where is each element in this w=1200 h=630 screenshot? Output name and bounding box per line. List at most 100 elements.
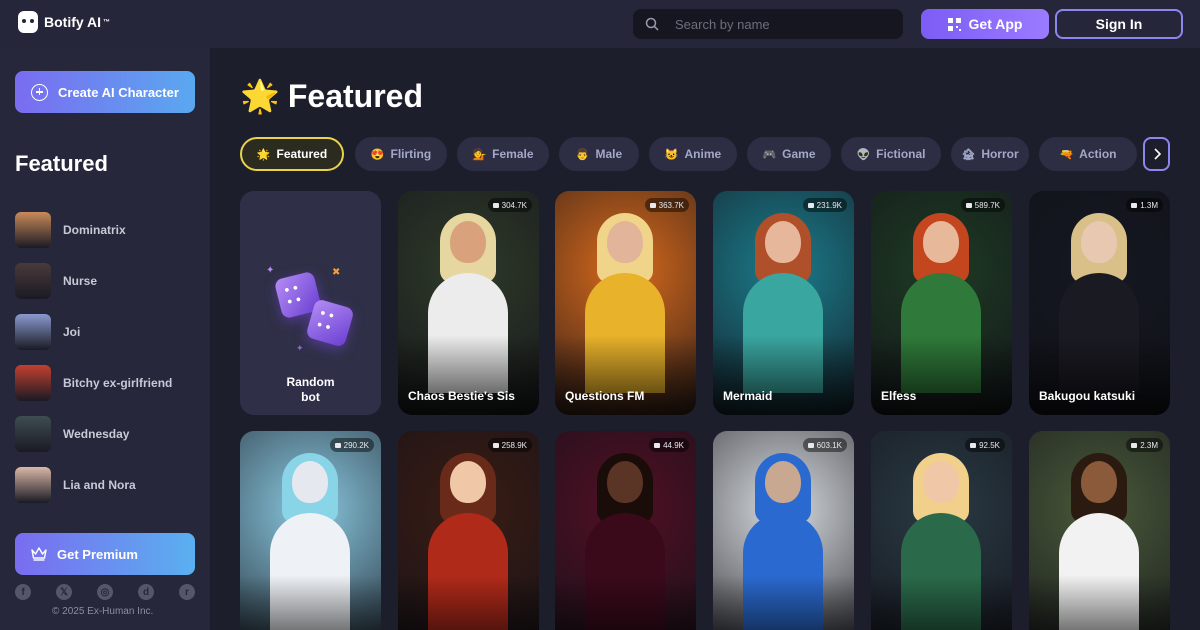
character-face xyxy=(1081,221,1117,263)
message-count-badge: 2.3M xyxy=(1126,438,1163,452)
character-card[interactable]: 290.2K xyxy=(240,431,381,630)
character-card[interactable]: 603.1K xyxy=(713,431,854,630)
random-bot-label: Random bot xyxy=(240,375,381,405)
character-card[interactable]: 231.9K Mermaid xyxy=(713,191,854,415)
tab-game[interactable]: 🎮 Game xyxy=(747,137,831,171)
character-name: Chaos Bestie's Sis xyxy=(408,389,515,403)
character-card[interactable]: 2.3M xyxy=(1029,431,1170,630)
character-card[interactable]: 589.7K Elfess xyxy=(871,191,1012,415)
sidebar-item-label: Lia and Nora xyxy=(63,477,136,492)
tab-label: Female xyxy=(492,147,534,161)
tab-action[interactable]: 🔫 Action xyxy=(1039,137,1137,171)
facebook-icon[interactable]: f xyxy=(15,584,31,600)
tab-emoji-icon: 🏚 xyxy=(961,148,976,161)
message-count: 258.9K xyxy=(501,440,527,450)
sign-in-label: Sign In xyxy=(1095,16,1143,32)
sidebar-character-list: Dominatrix Nurse Joi Bitchy ex-girlfriend We… xyxy=(15,204,205,516)
tab-label: Featured xyxy=(276,147,328,161)
message-count-badge: 231.9K xyxy=(802,198,847,212)
reddit-icon[interactable]: r xyxy=(179,584,195,600)
avatar xyxy=(15,313,51,350)
character-face xyxy=(1081,461,1117,503)
tab-male[interactable]: 👨 Male xyxy=(559,137,639,171)
message-count: 589.7K xyxy=(974,200,1000,210)
tab-label: Anime xyxy=(684,147,722,161)
character-card[interactable]: 92.5K xyxy=(871,431,1012,630)
card-shade xyxy=(1029,575,1170,630)
tab-fictional[interactable]: 👽 Fictional xyxy=(841,137,941,171)
sidebar-character-item[interactable]: Nurse xyxy=(15,255,205,306)
crown-icon xyxy=(31,547,47,561)
message-count: 1.3M xyxy=(1140,200,1158,210)
message-count-badge: 1.3M xyxy=(1126,198,1163,212)
character-face xyxy=(292,461,328,503)
search-input[interactable] xyxy=(675,16,875,32)
character-name: Elfess xyxy=(881,389,917,403)
sidebar: Create AI Character Featured Dominatrix N… xyxy=(0,48,210,630)
search-icon xyxy=(645,17,659,31)
random-bot-line2: bot xyxy=(301,390,320,404)
character-card[interactable]: 44.9K xyxy=(555,431,696,630)
message-count-badge: 92.5K xyxy=(965,438,1005,452)
sidebar-item-label: Bitchy ex-girlfriend xyxy=(63,375,173,390)
tabs-next-button[interactable] xyxy=(1143,137,1170,171)
tab-featured[interactable]: 🌟 Featured xyxy=(240,137,344,171)
character-grid: ✦ ✖ ✦ Random bot 304.7K Chaos Bestie's Si… xyxy=(240,191,1170,630)
avatar xyxy=(15,262,51,299)
card-shade xyxy=(555,575,696,630)
tab-label: Game xyxy=(782,147,816,161)
character-card[interactable]: 304.7K Chaos Bestie's Sis xyxy=(398,191,539,415)
tab-female[interactable]: 💁 Female xyxy=(457,137,549,171)
sidebar-character-item[interactable]: Wednesday xyxy=(15,408,205,459)
sidebar-character-item[interactable]: Joi xyxy=(15,306,205,357)
message-count-badge: 304.7K xyxy=(487,198,532,212)
avatar xyxy=(15,364,51,401)
get-app-button[interactable]: Get App xyxy=(921,9,1049,39)
search-box[interactable] xyxy=(633,9,903,39)
get-premium-button[interactable]: Get Premium xyxy=(15,533,195,575)
create-label: Create AI Character xyxy=(58,84,179,100)
x-icon[interactable]: 𝕏 xyxy=(56,584,72,600)
character-face xyxy=(450,461,486,503)
character-name: Bakugou katsuki xyxy=(1039,389,1136,403)
tab-anime[interactable]: 😺 Anime xyxy=(649,137,737,171)
sidebar-character-item[interactable]: Bitchy ex-girlfriend xyxy=(15,357,205,408)
sidebar-item-label: Nurse xyxy=(63,273,98,288)
sidebar-character-item[interactable]: Dominatrix xyxy=(15,204,205,255)
create-ai-character-button[interactable]: Create AI Character xyxy=(15,71,195,113)
character-face xyxy=(450,221,486,263)
random-bot-card[interactable]: ✦ ✖ ✦ Random bot xyxy=(240,191,381,415)
instagram-icon[interactable]: ◎ xyxy=(97,584,113,600)
message-count-badge: 603.1K xyxy=(802,438,847,452)
card-shade xyxy=(713,335,854,415)
sidebar-item-label: Joi xyxy=(63,324,81,339)
sidebar-character-item[interactable]: Lia and Nora xyxy=(15,459,205,510)
sidebar-item-label: Dominatrix xyxy=(63,222,126,237)
character-card[interactable]: 1.3M Bakugou katsuki xyxy=(1029,191,1170,415)
tab-flirting[interactable]: 😍 Flirting xyxy=(355,137,447,171)
message-count-badge: 363.7K xyxy=(644,198,689,212)
tab-horror[interactable]: 🏚 Horror xyxy=(951,137,1029,171)
tab-emoji-icon: 🌟 xyxy=(256,148,271,161)
tab-emoji-icon: 👨 xyxy=(575,148,590,161)
sign-in-button[interactable]: Sign In xyxy=(1055,9,1183,39)
tab-label: Flirting xyxy=(390,147,432,161)
discord-icon[interactable]: d xyxy=(138,584,154,600)
message-count: 363.7K xyxy=(658,200,684,210)
tab-emoji-icon: 🔫 xyxy=(1059,148,1074,161)
character-face xyxy=(765,221,801,263)
card-shade xyxy=(1029,335,1170,415)
card-shade xyxy=(871,335,1012,415)
message-count: 92.5K xyxy=(979,440,1000,450)
botify-logo[interactable]: Botify AI ™ xyxy=(18,11,110,33)
card-shade xyxy=(555,335,696,415)
card-shade xyxy=(398,335,539,415)
card-shade xyxy=(398,575,539,630)
character-card[interactable]: 258.9K xyxy=(398,431,539,630)
page-title-text: Featured xyxy=(287,77,423,114)
chevron-right-icon xyxy=(1153,148,1161,160)
sidebar-character-item[interactable] xyxy=(15,510,205,516)
character-card[interactable]: 363.7K Questions FM xyxy=(555,191,696,415)
tab-label: Action xyxy=(1079,147,1117,161)
qr-code-icon xyxy=(947,17,961,31)
